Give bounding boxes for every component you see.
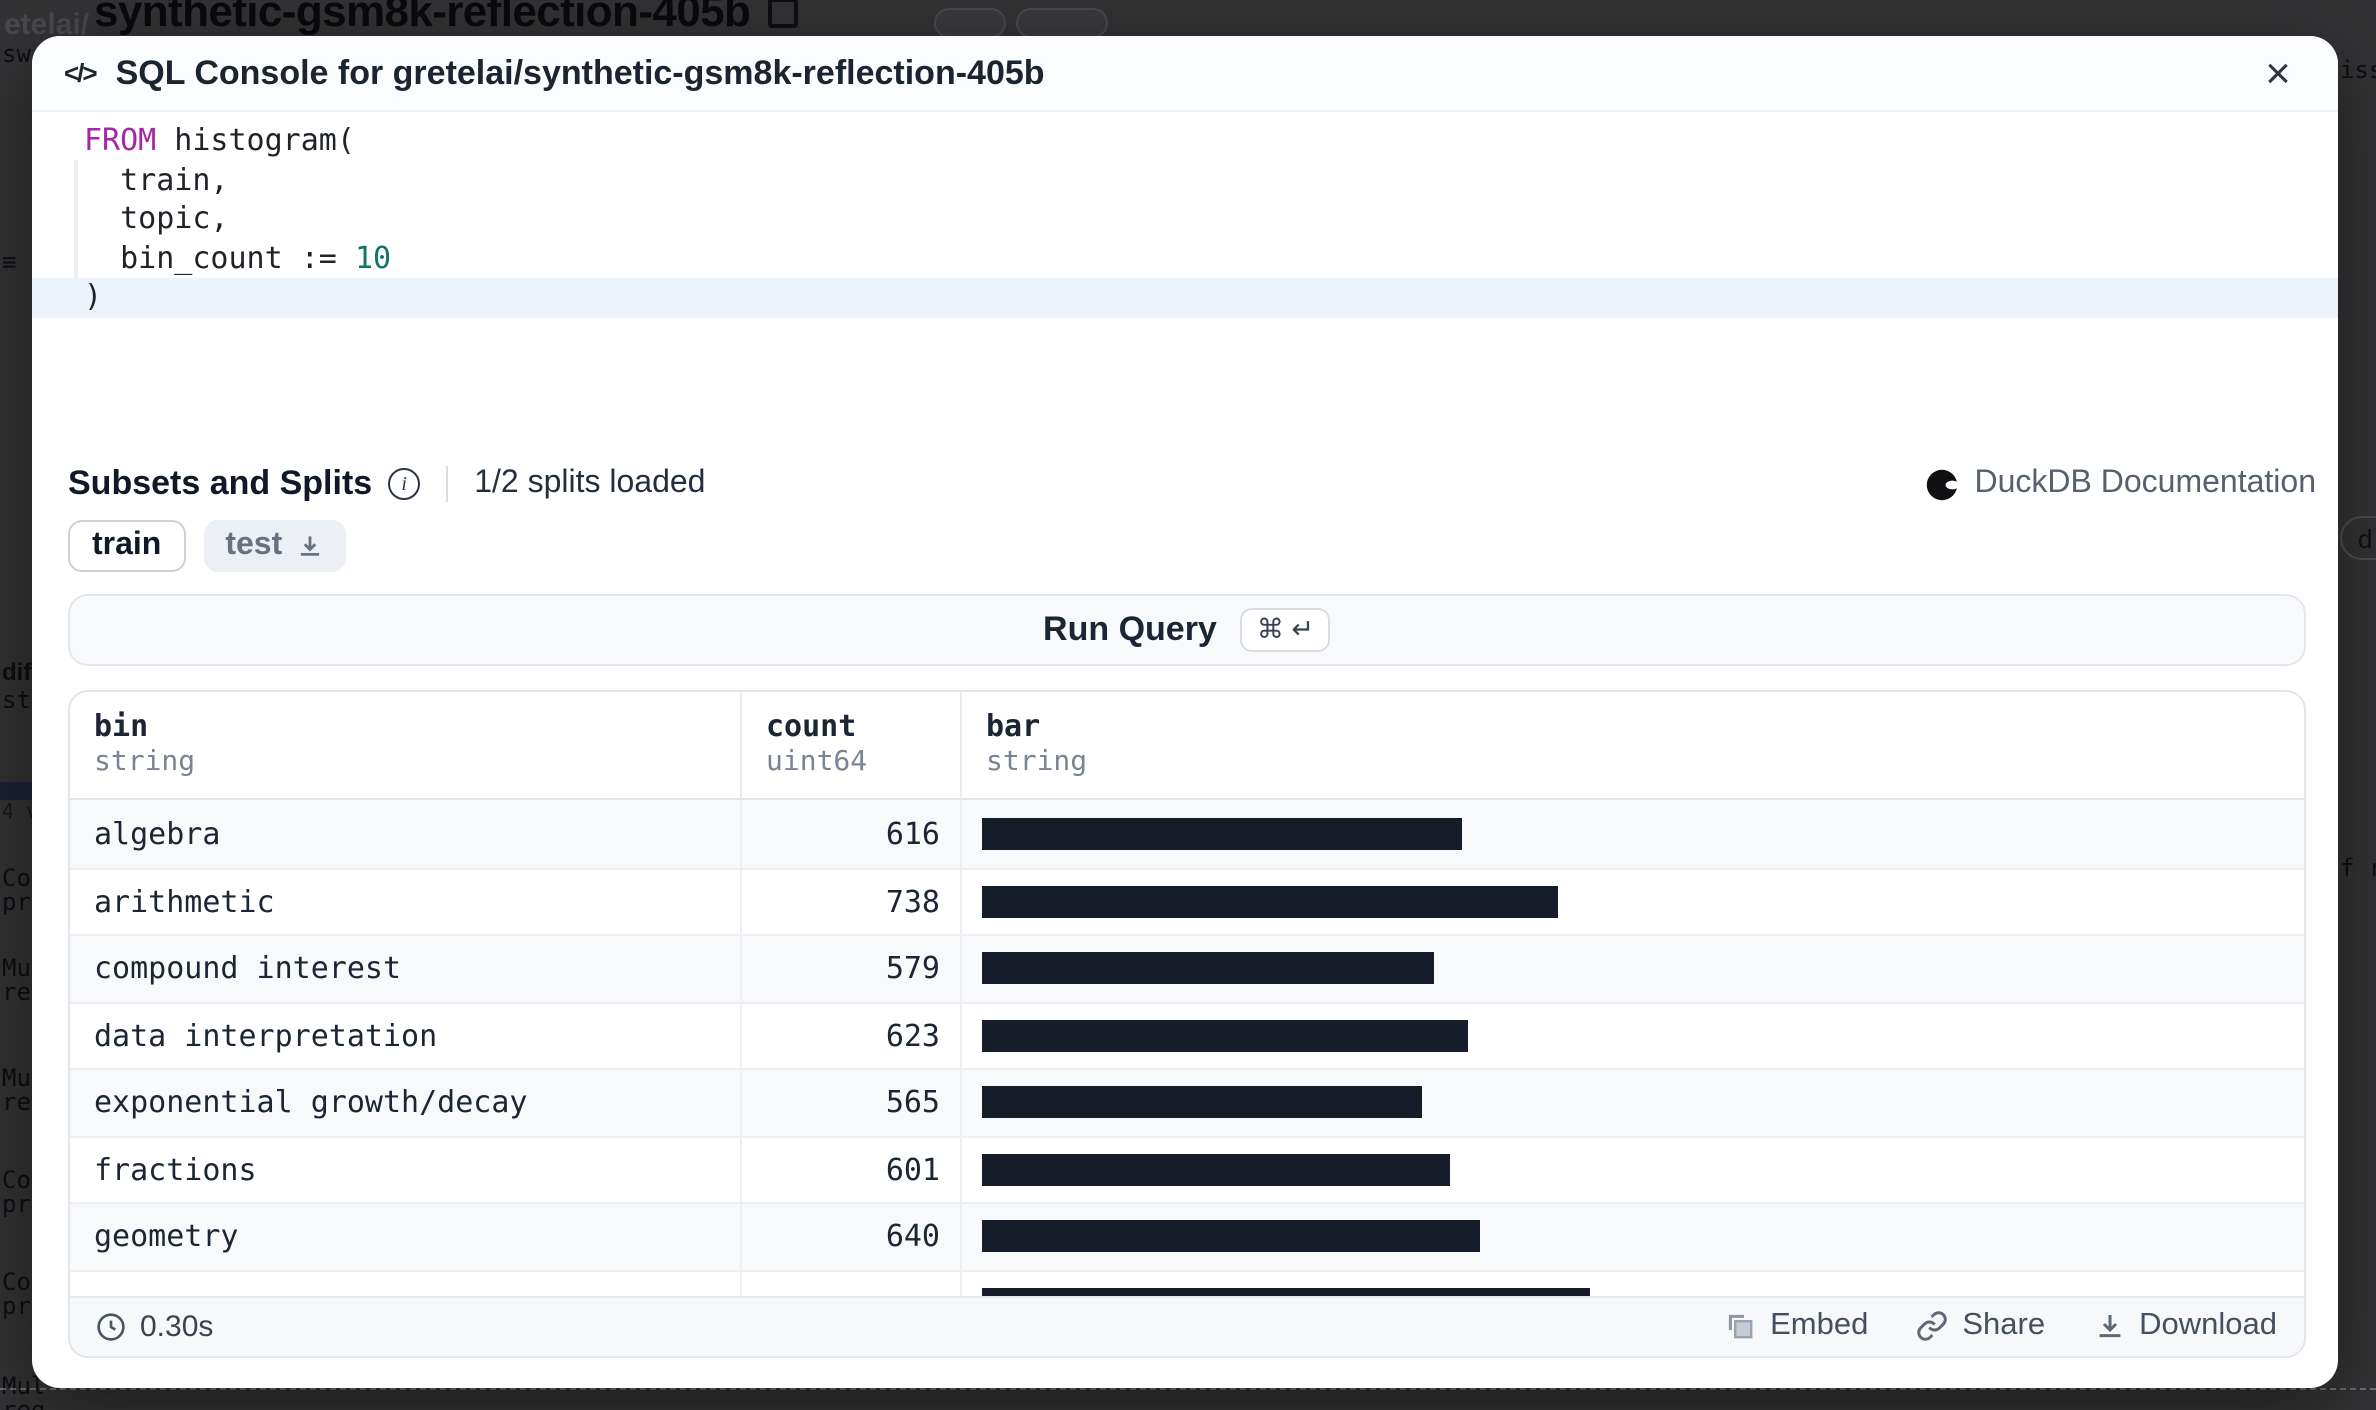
backdrop-text-fragment: sw [2,40,31,68]
query-results-table: bin string count uint64 bar string algeb… [68,690,2305,1357]
cell-bar [962,1137,2303,1202]
cell-bin: algebra [70,800,742,867]
cell-count: 616 [742,800,962,867]
histogram-bar [982,818,1462,850]
cell-bar [962,936,2303,1001]
backdrop-text-fragment: dif [2,658,31,686]
backdrop-text-fragment: req [2,1396,45,1410]
cell-bar [962,1070,2303,1135]
download-icon [2093,1310,2125,1342]
cell-bin [70,1271,742,1295]
cell-count: 623 [742,1003,962,1068]
download-button[interactable]: Download [2093,1308,2277,1344]
split-button-train[interactable]: train [68,520,185,571]
query-duration: 0.30s [96,1309,213,1343]
table-row: data interpretation623 [70,1001,2303,1068]
sql-editor[interactable]: FROM histogram( train, topic, bin_count … [32,112,2338,317]
cell-count: 640 [742,1204,962,1269]
table-row: fractions601 [70,1135,2303,1202]
share-button[interactable]: Share [1916,1308,2045,1344]
cell-bin: fractions [70,1137,742,1202]
close-button[interactable]: × [2250,51,2306,95]
cell-bin: arithmetic [70,869,742,934]
code-icon: </> [64,58,96,88]
histogram-bar [982,1154,1450,1186]
column-header-bin[interactable]: bin string [70,692,742,798]
dialog-header: </> SQL Console for gretelai/synthetic-g… [32,36,2338,112]
table-row: compound interest579 [70,934,2303,1001]
duckdb-documentation-link[interactable]: DuckDB Documentation [1927,466,2317,502]
code-line: bin_count := 10 [32,239,2338,278]
code-line: FROM histogram( [32,122,2338,161]
code-line: topic, [32,200,2338,239]
vertical-divider [446,466,448,502]
backdrop-pill [1016,8,1108,38]
backdrop-selected-row-strip [0,782,32,800]
info-icon[interactable]: i [388,468,420,500]
copy-icon [768,0,798,28]
split-buttons: train test [68,520,346,571]
share-icon [1916,1310,1948,1342]
subsets-splits-heading: Subsets and Splits [68,464,372,504]
cell-bar [962,1204,2303,1269]
cell-count: 565 [742,1070,962,1135]
code-line: ) [32,278,2338,317]
histogram-bar [982,953,1433,985]
embed-icon [1724,1310,1756,1342]
column-header-count[interactable]: count uint64 [742,692,962,798]
split-button-label: test [225,528,282,564]
code-lines: FROM histogram( train, topic, bin_count … [32,122,2338,317]
cell-bar [962,1271,2303,1295]
cell-count [742,1271,962,1295]
cell-bin: compound interest [70,936,742,1001]
screen: etelai/ synthetic-gsm8k-reflection-405b … [0,0,2376,1410]
keyboard-shortcut-badge: ⌘ ↵ [1241,608,1330,652]
dialog-title: SQL Console for gretelai/synthetic-gsm8k… [116,53,1045,93]
backdrop-divider [0,1388,2376,1390]
split-button-test[interactable]: test [203,520,346,571]
cell-bin: exponential growth/decay [70,1070,742,1135]
duckdb-icon [1927,467,1961,501]
clock-icon [96,1311,126,1341]
cell-bin: geometry [70,1204,742,1269]
cell-bar [962,1003,2303,1068]
table-row: algebra616 [70,800,2303,867]
histogram-bar [982,1288,1590,1296]
cell-count: 738 [742,869,962,934]
backdrop-like-pill [934,8,1006,38]
run-query-label: Run Query [1043,610,1217,650]
table-row: geometry640 [70,1202,2303,1269]
backdrop-dataset-title: synthetic-gsm8k-reflection-405b [94,0,798,38]
histogram-bar [982,1221,1481,1253]
code-line: train, [32,161,2338,200]
sql-console-dialog: </> SQL Console for gretelai/synthetic-g… [32,36,2338,1388]
histogram-bar [982,886,1557,918]
splits-loaded-status: 1/2 splits loaded [474,466,705,502]
cell-count: 579 [742,936,962,1001]
table-row: arithmetic738 [70,867,2303,934]
cell-bar [962,869,2303,934]
histogram-bar [982,1087,1422,1119]
run-query-button[interactable]: Run Query ⌘ ↵ [68,594,2305,666]
cell-bar [962,800,2303,867]
table-row [70,1269,2303,1295]
download-icon [296,532,324,560]
table-body[interactable]: algebra616arithmetic738compound interest… [70,800,2303,1295]
subsets-splits-row: Subsets and Splits i 1/2 splits loaded D… [68,460,2316,508]
cell-bin: data interpretation [70,1003,742,1068]
indent-guide [74,160,78,278]
table-header-row: bin string count uint64 bar string [70,692,2303,800]
cell-count: 601 [742,1137,962,1202]
split-button-label: train [92,528,161,564]
backdrop-button-fragment: d [2340,516,2376,560]
backdrop-text-fragment: issa [2340,56,2376,84]
embed-button[interactable]: Embed [1724,1308,1868,1344]
histogram-bar [982,1020,1468,1052]
column-header-bar[interactable]: bar string [962,692,2303,798]
footer-actions: Embed Share Download [1724,1308,2277,1344]
results-footer: 0.30s Embed Share Download [70,1295,2303,1355]
table-row: exponential growth/decay565 [70,1068,2303,1135]
backdrop-text-fragment: f row [2340,854,2376,882]
